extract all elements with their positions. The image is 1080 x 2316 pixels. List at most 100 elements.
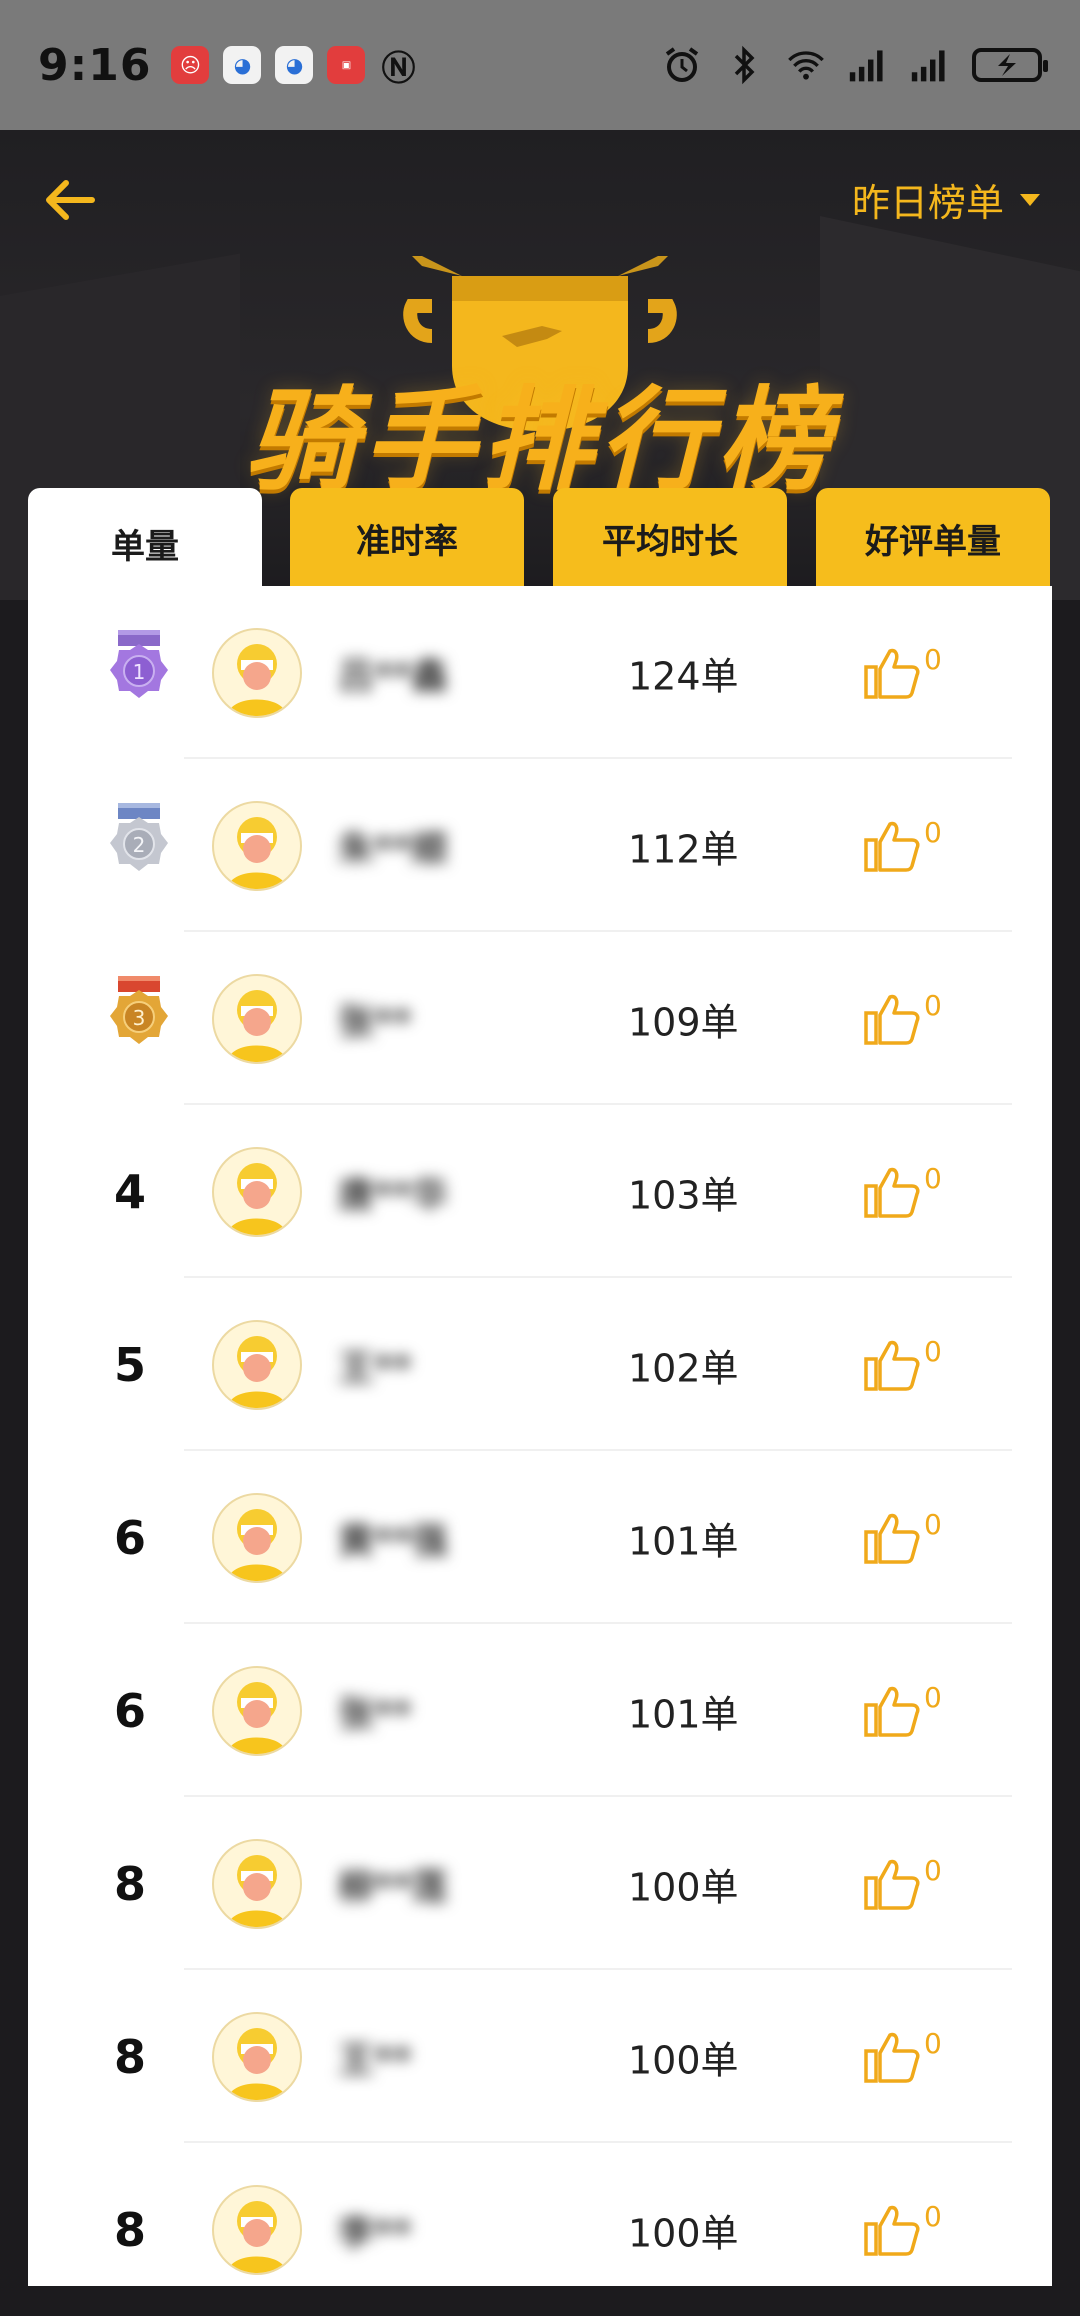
- order-count: 124单: [628, 654, 739, 698]
- rider-name: 王**: [338, 2039, 412, 2081]
- like-button[interactable]: 0: [864, 989, 942, 1045]
- like-button[interactable]: 0: [864, 2200, 942, 2256]
- back-button[interactable]: [40, 170, 100, 230]
- rider-name: 李**: [338, 2212, 412, 2254]
- like-button[interactable]: 0: [864, 2027, 942, 2083]
- thumbs-up-icon: [864, 821, 920, 872]
- like-count: 0: [924, 1507, 942, 1541]
- medal-number: 3: [133, 1006, 146, 1030]
- app-blue-1-icon: ◕: [223, 46, 262, 84]
- alarm-icon: [662, 45, 702, 85]
- avatar: [212, 627, 302, 718]
- order-count: 102单: [628, 1346, 739, 1390]
- thumbs-up-icon: [864, 648, 920, 699]
- thumbs-up-icon: [864, 1167, 920, 1218]
- tab-label: 平均时长: [602, 521, 738, 562]
- huawei-store-icon: ▣: [327, 46, 366, 84]
- thumbs-up-icon: [864, 1686, 920, 1737]
- rider-name: 王**: [338, 1347, 412, 1389]
- like-count: 0: [924, 815, 942, 849]
- ranking-row[interactable]: 8 李** 100单 0: [28, 2143, 1052, 2316]
- avatar: [212, 800, 302, 891]
- app-blue-2-icon: ◕: [275, 46, 314, 84]
- tab-on-time-rate[interactable]: 准时率: [290, 488, 524, 588]
- like-count: 0: [924, 1853, 942, 1887]
- thumbs-up-icon: [864, 2032, 920, 2083]
- ranking-row[interactable]: 2 朱**顺 112单 0: [28, 759, 1052, 932]
- like-count: 0: [924, 988, 942, 1022]
- tab-label: 准时率: [356, 521, 458, 562]
- list-period-selector[interactable]: 昨日榜单: [852, 172, 1040, 227]
- avatar: [212, 2184, 302, 2275]
- status-bar: 9:16 ☹ ◕ ◕ ▣ Ⓝ: [0, 0, 1080, 130]
- medal-number: 2: [133, 833, 146, 857]
- tab-average-duration[interactable]: 平均时长: [553, 488, 787, 588]
- rider-name: 张**: [338, 1001, 412, 1043]
- tab-label: 好评单量: [865, 521, 1001, 562]
- avatar: [212, 1146, 302, 1237]
- thumbs-up-icon: [864, 994, 920, 1045]
- medal-number: 1: [133, 660, 146, 684]
- avatar: [212, 2011, 302, 2102]
- order-count: 109单: [628, 1000, 739, 1044]
- ranking-row[interactable]: 4 唐**华 103单 0: [28, 1105, 1052, 1278]
- rider-name: 吕**鑫: [338, 655, 448, 697]
- order-count: 100单: [628, 1865, 739, 1909]
- tab-positive-review-orders[interactable]: 好评单量: [816, 488, 1050, 588]
- like-button[interactable]: 0: [864, 1854, 942, 1910]
- order-count: 101单: [628, 1519, 739, 1563]
- rider-name: 黄**强: [338, 1520, 448, 1562]
- like-button[interactable]: 0: [864, 643, 942, 699]
- like-count: 0: [924, 1334, 942, 1368]
- order-count: 112单: [628, 827, 739, 871]
- like-count: 0: [924, 2199, 942, 2233]
- app-red-icon: ☹: [171, 46, 210, 84]
- wifi-icon: [786, 45, 826, 85]
- ranking-row[interactable]: 8 王** 100单 0: [28, 1970, 1052, 2143]
- avatar: [212, 1838, 302, 1929]
- thumbs-up-icon: [864, 1859, 920, 1910]
- like-button[interactable]: 0: [864, 1508, 942, 1564]
- ranking-row[interactable]: 5 王** 102单 0: [28, 1278, 1052, 1451]
- rider-name: 张**: [338, 1693, 412, 1735]
- avatar: [212, 1319, 302, 1410]
- battery-charging-icon: [972, 48, 1048, 82]
- like-button[interactable]: 0: [864, 1681, 942, 1737]
- like-count: 0: [924, 1161, 942, 1195]
- rank-number: 4: [113, 1164, 146, 1219]
- bluetooth-icon: [724, 45, 764, 85]
- ranking-row[interactable]: 1 吕**鑫 124单 0: [28, 586, 1052, 759]
- ranking-row[interactable]: 6 张** 101单 0: [28, 1624, 1052, 1797]
- rank-number: 8: [113, 2202, 146, 2257]
- rank-number: 5: [113, 1337, 146, 1392]
- ranking-row[interactable]: 6 黄**强 101单 0: [28, 1451, 1052, 1624]
- arrow-left-icon: [46, 180, 95, 220]
- rank-number: 8: [113, 2029, 146, 2084]
- signal-icon: [848, 45, 888, 85]
- medal-second-icon: 2: [110, 802, 168, 871]
- nfc-icon: Ⓝ: [381, 48, 416, 89]
- like-count: 0: [924, 642, 942, 676]
- rank-number: 6: [113, 1510, 146, 1565]
- rider-name: 唐**华: [338, 1174, 448, 1216]
- medal-third-icon: 3: [110, 975, 168, 1044]
- avatar: [212, 1492, 302, 1583]
- like-count: 0: [924, 1680, 942, 1714]
- like-button[interactable]: 0: [864, 816, 942, 872]
- avatar: [212, 973, 302, 1064]
- order-count: 100单: [628, 2211, 739, 2255]
- rank-number: 8: [113, 1856, 146, 1911]
- ranking-list: 1 吕**鑫 124单 0 2 朱**顺 112单 0 3 张** 109单 0…: [28, 586, 1052, 2286]
- ranking-row[interactable]: 8 柳**莲 100单 0: [28, 1797, 1052, 1970]
- like-count: 0: [924, 2026, 942, 2060]
- tab-bar: 单量 准时率 平均时长 好评单量: [28, 488, 1052, 598]
- tab-label: 单量: [111, 526, 179, 567]
- ranking-row[interactable]: 3 张** 109单 0: [28, 932, 1052, 1105]
- order-count: 103单: [628, 1173, 739, 1217]
- like-button[interactable]: 0: [864, 1335, 942, 1391]
- rider-name: 朱**顺: [338, 828, 448, 870]
- like-button[interactable]: 0: [864, 1162, 942, 1218]
- order-count: 101单: [628, 1692, 739, 1736]
- tab-order-volume[interactable]: 单量: [28, 488, 262, 598]
- thumbs-up-icon: [864, 2205, 920, 2256]
